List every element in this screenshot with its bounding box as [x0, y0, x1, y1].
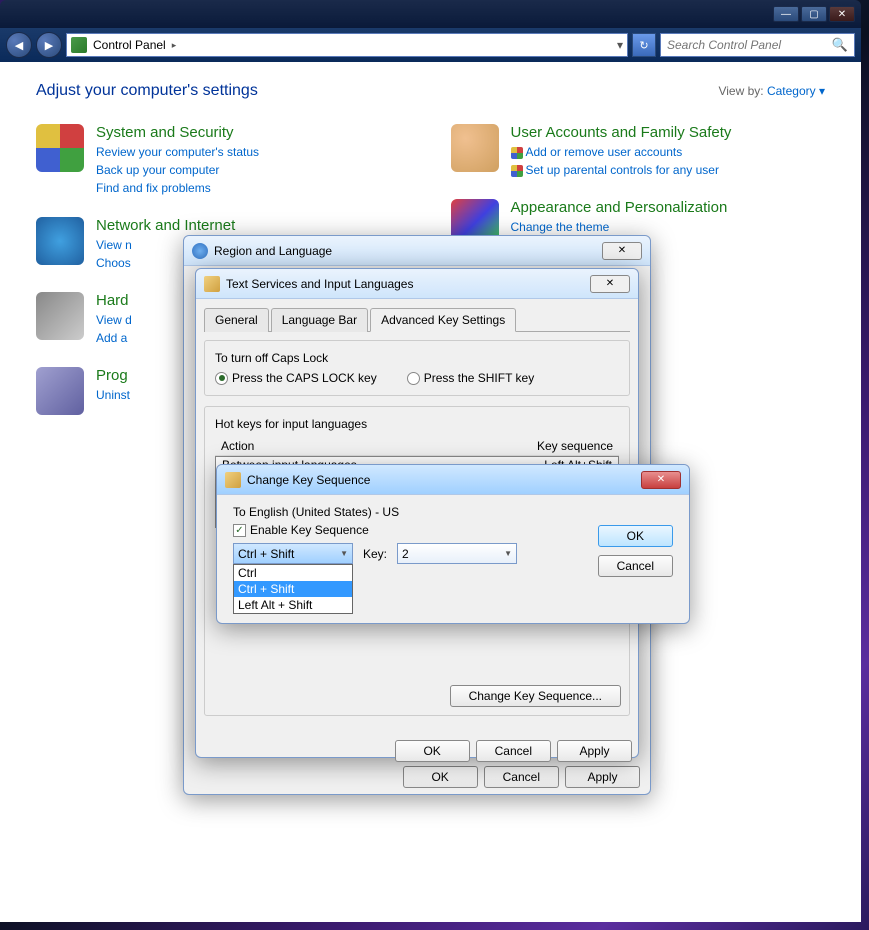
modifier-dropdown[interactable]: Ctrl + Shift ▼ Ctrl Ctrl + Shift Left Al…	[233, 543, 353, 564]
dialog-title: Change Key Sequence	[247, 473, 635, 487]
close-button[interactable]: ✕	[590, 275, 630, 293]
close-button[interactable]: ✕	[602, 242, 642, 260]
address-bar[interactable]: Control Panel ▸ ▾	[66, 33, 628, 57]
category-link[interactable]: Add or remove user accounts	[511, 143, 732, 161]
ok-button[interactable]: OK	[395, 740, 470, 762]
checkbox-icon: ✓	[233, 524, 246, 537]
category-link[interactable]: Set up parental controls for any user	[511, 161, 732, 179]
category-link[interactable]: View d	[96, 311, 132, 329]
chevron-down-icon: ▼	[340, 549, 348, 558]
category-link[interactable]: Uninst	[96, 386, 130, 404]
category-system-security: System and Security Review your computer…	[36, 124, 411, 197]
dropdown-option[interactable]: Ctrl	[234, 565, 352, 581]
capslock-group: To turn off Caps Lock Press the CAPS LOC…	[204, 340, 630, 396]
breadcrumb-root[interactable]: Control Panel	[93, 38, 166, 52]
ok-button[interactable]: OK	[598, 525, 673, 547]
control-panel-icon	[71, 37, 87, 53]
chevron-down-icon: ▼	[504, 549, 512, 558]
keyboard-icon	[225, 472, 241, 488]
group-label: Hot keys for input languages	[215, 417, 619, 431]
refresh-button[interactable]: ↻	[632, 33, 656, 57]
search-input[interactable]	[667, 38, 832, 52]
tab-language-bar[interactable]: Language Bar	[271, 308, 368, 332]
radio-icon	[407, 372, 420, 385]
dialog-titlebar[interactable]: Text Services and Input Languages ✕	[196, 269, 638, 299]
page-title: Adjust your computer's settings	[36, 82, 258, 100]
dialog-title: Region and Language	[214, 244, 596, 258]
disc-icon	[36, 367, 84, 415]
col-key: Key sequence	[503, 439, 613, 453]
tab-advanced-key[interactable]: Advanced Key Settings	[370, 308, 516, 332]
shield-icon	[36, 124, 84, 172]
target-language-label: To English (United States) - US	[233, 505, 578, 519]
dialog-title: Text Services and Input Languages	[226, 277, 584, 291]
search-icon[interactable]: 🔍	[832, 37, 848, 53]
ok-button[interactable]: OK	[403, 766, 478, 788]
category-link[interactable]: Find and fix problems	[96, 179, 259, 197]
cancel-button[interactable]: Cancel	[598, 555, 673, 577]
close-button[interactable]: ✕	[641, 471, 681, 489]
change-key-sequence-button[interactable]: Change Key Sequence...	[450, 685, 621, 707]
category-link[interactable]: Review your computer's status	[96, 143, 259, 161]
col-action: Action	[221, 439, 503, 453]
globe-icon	[36, 217, 84, 265]
category-link[interactable]: Change the theme	[511, 218, 728, 236]
cancel-button[interactable]: Cancel	[476, 740, 551, 762]
key-dropdown[interactable]: 2 ▼	[397, 543, 517, 564]
group-label: To turn off Caps Lock	[215, 351, 619, 365]
globe-icon	[192, 243, 208, 259]
back-button[interactable]: ◀	[6, 32, 32, 58]
category-link[interactable]: Add a	[96, 329, 132, 347]
viewby-dropdown[interactable]: Category ▾	[767, 84, 825, 98]
dropdown-option[interactable]: Ctrl + Shift	[234, 581, 352, 597]
category-heading[interactable]: Network and Internet	[96, 217, 235, 234]
category-heading[interactable]: Hard	[96, 292, 132, 309]
key-label: Key:	[363, 547, 387, 561]
apply-button[interactable]: Apply	[557, 740, 632, 762]
users-icon	[451, 124, 499, 172]
viewby-label: View by:	[718, 84, 763, 98]
dropdown-option[interactable]: Left Alt + Shift	[234, 597, 352, 613]
change-key-sequence-dialog: Change Key Sequence ✕ To English (United…	[216, 464, 690, 624]
address-dropdown-icon[interactable]: ▾	[617, 38, 623, 52]
search-box[interactable]: 🔍	[660, 33, 855, 57]
tab-strip: General Language Bar Advanced Key Settin…	[204, 307, 630, 332]
radio-shift[interactable]: Press the SHIFT key	[407, 371, 534, 385]
dialog-titlebar[interactable]: Change Key Sequence ✕	[217, 465, 689, 495]
titlebar: — ▢ ✕	[0, 0, 861, 28]
category-heading[interactable]: Appearance and Personalization	[511, 199, 728, 216]
shield-small-icon	[511, 147, 523, 159]
category-users: User Accounts and Family Safety Add or r…	[451, 124, 826, 179]
category-heading[interactable]: System and Security	[96, 124, 259, 141]
apply-button[interactable]: Apply	[565, 766, 640, 788]
minimize-button[interactable]: —	[773, 6, 799, 22]
radio-capslock[interactable]: Press the CAPS LOCK key	[215, 371, 377, 385]
maximize-button[interactable]: ▢	[801, 6, 827, 22]
category-heading[interactable]: Prog	[96, 367, 130, 384]
radio-icon	[215, 372, 228, 385]
category-heading[interactable]: User Accounts and Family Safety	[511, 124, 732, 141]
nav-bar: ◀ ▶ Control Panel ▸ ▾ ↻ 🔍	[0, 28, 861, 62]
tab-general[interactable]: General	[204, 308, 269, 332]
dropdown-list: Ctrl Ctrl + Shift Left Alt + Shift	[233, 564, 353, 614]
close-button[interactable]: ✕	[829, 6, 855, 22]
keyboard-icon	[204, 276, 220, 292]
enable-checkbox-row[interactable]: ✓ Enable Key Sequence	[233, 523, 578, 537]
breadcrumb-arrow-icon: ▸	[172, 40, 177, 51]
forward-button[interactable]: ▶	[36, 32, 62, 58]
cancel-button[interactable]: Cancel	[484, 766, 559, 788]
shield-small-icon	[511, 165, 523, 177]
category-link[interactable]: Back up your computer	[96, 161, 259, 179]
printer-icon	[36, 292, 84, 340]
dialog-titlebar[interactable]: Region and Language ✕	[184, 236, 650, 266]
